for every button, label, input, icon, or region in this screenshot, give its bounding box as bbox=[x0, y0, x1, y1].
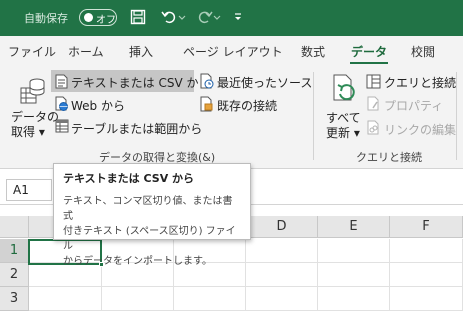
refresh-all-label-2: 更新 ▾ bbox=[326, 126, 360, 140]
recent-sources-icon bbox=[200, 73, 215, 92]
queries-connections-icon bbox=[366, 74, 381, 92]
cell-b3[interactable] bbox=[102, 287, 174, 311]
tab-data[interactable]: データ bbox=[351, 43, 387, 60]
undo-icon[interactable] bbox=[160, 9, 186, 29]
from-table-label: テーブルまたは範囲から bbox=[71, 122, 203, 136]
properties-icon bbox=[366, 96, 381, 114]
cell-d2[interactable] bbox=[246, 263, 318, 287]
tab-review[interactable]: 校閲 bbox=[411, 43, 435, 60]
tab-home[interactable]: ホーム bbox=[68, 43, 104, 60]
properties-label: プロパティ bbox=[384, 99, 444, 113]
web-icon bbox=[55, 96, 69, 114]
row-header-1[interactable]: 1 bbox=[0, 239, 29, 263]
cell-d1[interactable] bbox=[246, 239, 318, 263]
customize-toolbar-icon[interactable] bbox=[233, 9, 243, 29]
autosave-toggle[interactable]: オフ bbox=[79, 9, 117, 26]
cell-e3[interactable] bbox=[318, 287, 390, 311]
edit-links-label: リンクの編集 bbox=[384, 123, 457, 137]
existing-connections-label: 既存の接続 bbox=[217, 99, 278, 113]
group-separator bbox=[313, 72, 314, 160]
cell-a3[interactable] bbox=[29, 287, 102, 311]
table-icon bbox=[55, 119, 69, 136]
cell-f2[interactable] bbox=[390, 263, 463, 287]
save-icon[interactable] bbox=[130, 9, 146, 29]
column-header-e[interactable]: E bbox=[318, 216, 390, 238]
tooltip-title: テキストまたは CSV から bbox=[63, 172, 195, 185]
queries-connections-label: クエリと接続 bbox=[384, 76, 457, 90]
cell-e1[interactable] bbox=[318, 239, 390, 263]
cell-f3[interactable] bbox=[390, 287, 463, 311]
from-web-label: Web から bbox=[71, 99, 125, 113]
toggle-knob bbox=[84, 13, 93, 22]
row-header-3[interactable]: 3 bbox=[0, 287, 29, 311]
get-data-label-2: 取得 ▾ bbox=[11, 125, 45, 139]
tab-page-layout[interactable]: ページ レイアウト bbox=[183, 43, 283, 60]
cell-d3[interactable] bbox=[246, 287, 318, 311]
cell-e2[interactable] bbox=[318, 263, 390, 287]
tooltip-line-3: からデータをインポートします。 bbox=[63, 256, 212, 267]
edit-links-icon bbox=[366, 120, 381, 138]
ribbon-data: データの 取得 ▾ テキストまたは CSV から Web から テーブルまたは範… bbox=[0, 64, 463, 169]
select-all-corner[interactable] bbox=[0, 216, 29, 238]
recent-sources-label: 最近使ったソース bbox=[217, 76, 313, 90]
cell-c3[interactable] bbox=[174, 287, 246, 311]
tooltip: テキストまたは CSV から テキスト、コンマ区切り値、または書式 付きテキスト… bbox=[53, 163, 251, 267]
refresh-icon bbox=[332, 74, 360, 109]
group-label-queries: クエリと接続 bbox=[356, 151, 422, 164]
cell-f1[interactable] bbox=[390, 239, 463, 263]
tab-formulas[interactable]: 数式 bbox=[301, 43, 325, 60]
text-file-icon bbox=[55, 74, 68, 92]
autosave-state: オフ bbox=[96, 15, 116, 26]
name-box[interactable]: A1 bbox=[6, 179, 52, 201]
tab-file[interactable]: ファイル bbox=[8, 43, 56, 60]
group-separator-2 bbox=[456, 72, 457, 160]
column-header-d[interactable]: D bbox=[246, 216, 318, 238]
title-bar: 自動保存 オフ bbox=[0, 0, 463, 36]
row-header-2[interactable]: 2 bbox=[0, 263, 29, 287]
from-text-csv-label: テキストまたは CSV から bbox=[71, 76, 211, 90]
redo-icon[interactable] bbox=[196, 9, 222, 29]
existing-connections-icon bbox=[200, 96, 215, 115]
tooltip-line-2: 付きテキスト (スペース区切り) ファイル bbox=[63, 226, 236, 252]
database-icon bbox=[20, 76, 46, 109]
tab-insert[interactable]: 挿入 bbox=[129, 43, 153, 60]
ribbon-tabs: ファイル ホーム 挿入 ページ レイアウト 数式 データ 校閲 bbox=[0, 36, 463, 64]
column-header-f[interactable]: F bbox=[390, 216, 463, 238]
tooltip-line-1: テキスト、コンマ区切り値、または書式 bbox=[63, 196, 233, 222]
autosave-label: 自動保存 bbox=[24, 12, 68, 25]
